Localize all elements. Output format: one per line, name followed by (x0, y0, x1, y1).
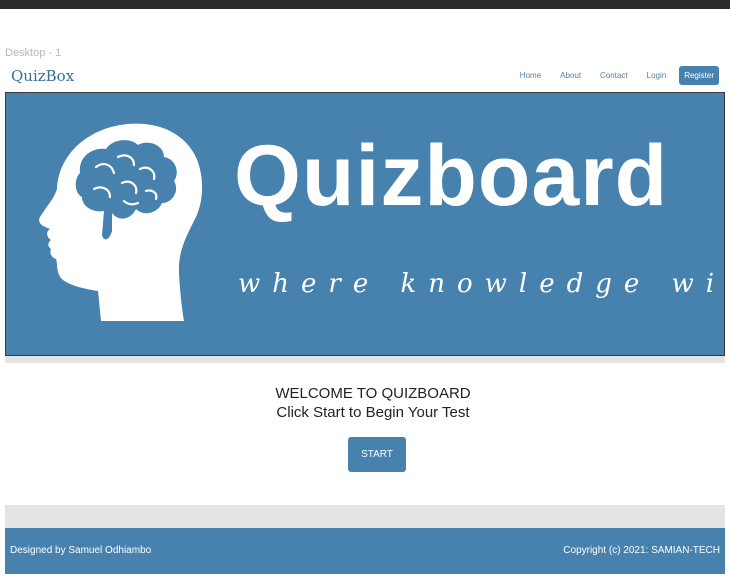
banner-divider (5, 356, 725, 363)
banner-tagline: where knowledge wins (238, 269, 725, 299)
window-top-bar (0, 0, 730, 9)
footer: Designed by Samuel Odhiambo Copyright (c… (5, 528, 725, 574)
welcome-section: WELCOME TO QUIZBOARD Click Start to Begi… (5, 384, 730, 422)
brand-logo[interactable]: QuizBox (11, 67, 74, 85)
nav-home[interactable]: Home (520, 71, 541, 80)
banner-title: Quizboard (234, 128, 669, 224)
hero-banner: Quizboard where knowledge wins (5, 92, 725, 356)
footer-divider (5, 505, 725, 528)
nav-login[interactable]: Login (647, 71, 667, 80)
footer-copyright: Copyright (c) 2021: SAMIAN-TECH (563, 545, 720, 556)
nav-about[interactable]: About (560, 71, 581, 80)
start-button[interactable]: START (348, 437, 406, 472)
frame-label: Desktop - 1 (5, 47, 62, 59)
welcome-instruction: Click Start to Begin Your Test (276, 404, 470, 421)
main-nav: Home About Contact Login Register (501, 66, 719, 85)
nav-contact[interactable]: Contact (600, 71, 628, 80)
welcome-heading: WELCOME TO QUIZBOARD (275, 385, 471, 402)
footer-designer: Designed by Samuel Odhiambo (10, 545, 152, 556)
register-button[interactable]: Register (679, 66, 719, 85)
